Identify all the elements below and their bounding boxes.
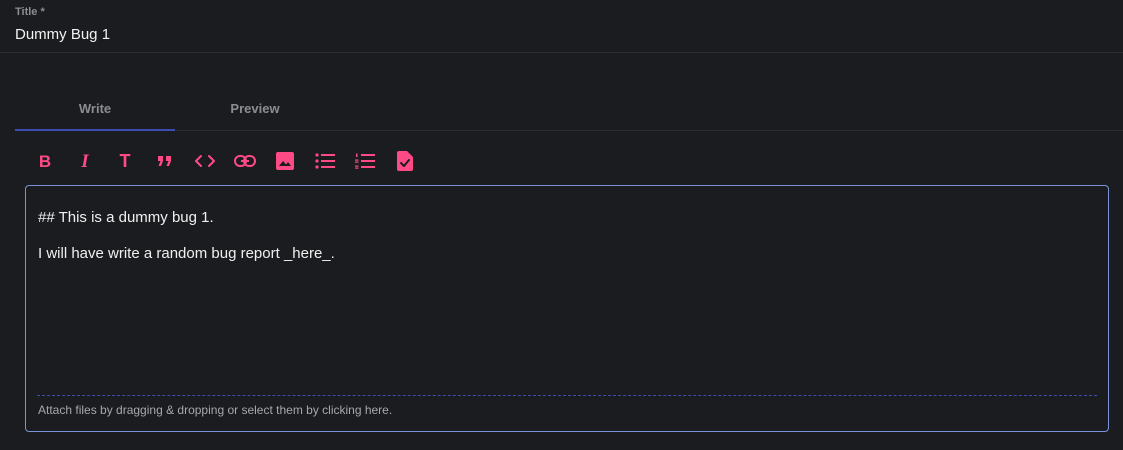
- code-icon: [195, 155, 215, 167]
- header-button[interactable]: T: [105, 146, 145, 176]
- link-icon: [234, 155, 256, 167]
- markdown-editor[interactable]: ## This is a dummy bug 1. I will have wr…: [25, 185, 1109, 432]
- italic-icon: I: [81, 150, 89, 172]
- title-label: Title *: [15, 6, 45, 18]
- editor-tabs: Write Preview: [15, 88, 1123, 131]
- attach-divider: [37, 395, 1097, 396]
- numbered-list-button[interactable]: [345, 146, 385, 176]
- bold-icon: B: [38, 151, 52, 171]
- task-list-icon: [397, 151, 413, 171]
- image-icon: [276, 152, 294, 170]
- header-icon: T: [119, 151, 131, 171]
- code-button[interactable]: [185, 146, 225, 176]
- numbered-list-icon: [355, 153, 375, 169]
- attach-files-hint[interactable]: Attach files by dragging & dropping or s…: [38, 403, 392, 417]
- quote-icon: [158, 156, 171, 166]
- bug-report-form: Title * Dummy Bug 1 Write Preview B I T: [0, 0, 1123, 450]
- title-input[interactable]: Dummy Bug 1: [15, 26, 110, 43]
- image-button[interactable]: [265, 146, 305, 176]
- editor-line: ## This is a dummy bug 1.: [38, 209, 214, 226]
- bold-button[interactable]: B: [25, 146, 65, 176]
- tab-preview[interactable]: Preview: [175, 88, 335, 129]
- italic-button[interactable]: I: [65, 146, 105, 176]
- tab-write[interactable]: Write: [15, 88, 175, 131]
- editor-line: I will have write a random bug report _h…: [38, 245, 335, 262]
- task-list-button[interactable]: [385, 146, 425, 176]
- link-button[interactable]: [225, 146, 265, 176]
- quote-button[interactable]: [145, 146, 185, 176]
- bullet-list-icon: [315, 153, 335, 169]
- editor-content[interactable]: ## This is a dummy bug 1. I will have wr…: [38, 208, 1096, 280]
- title-field[interactable]: Title * Dummy Bug 1: [0, 0, 1123, 53]
- bullet-list-button[interactable]: [305, 146, 345, 176]
- markdown-toolbar: B I T: [25, 146, 425, 176]
